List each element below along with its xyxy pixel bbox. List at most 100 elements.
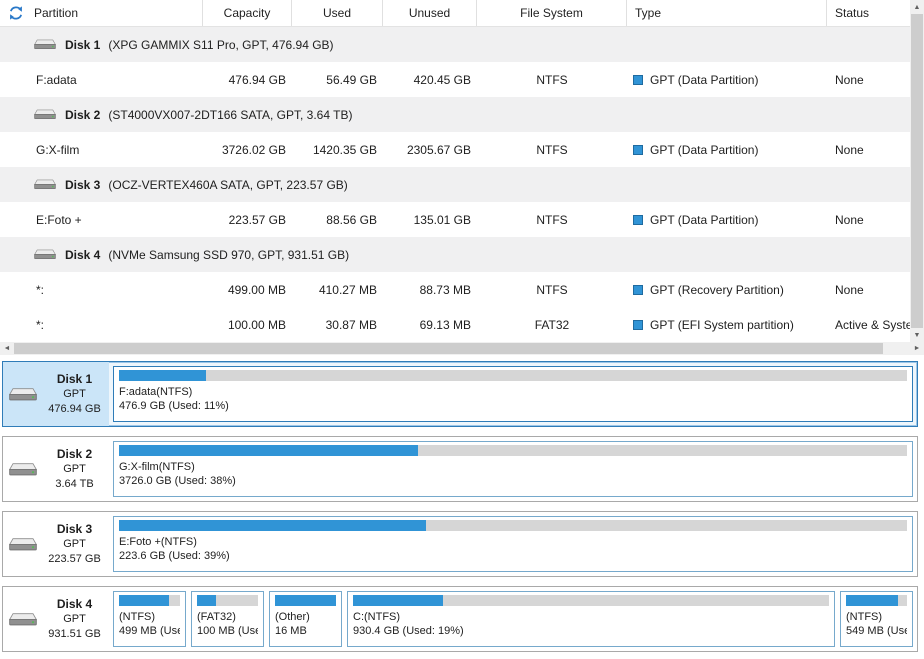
type-label: GPT (Data Partition) bbox=[650, 143, 758, 157]
scroll-left-icon[interactable]: ◄ bbox=[0, 342, 14, 355]
partition-type-color-icon bbox=[633, 320, 643, 330]
horizontal-scrollbar-thumb[interactable] bbox=[14, 343, 883, 354]
hard-disk-icon bbox=[8, 461, 38, 478]
column-header-file-system[interactable]: File System bbox=[477, 0, 627, 26]
partition-block-msr[interactable]: (Other) 16 MB bbox=[269, 591, 342, 647]
used-space-fill bbox=[119, 520, 426, 531]
partition-block-recovery2[interactable]: (NTFS) 549 MB (Used bbox=[840, 591, 913, 647]
type-label: GPT (Recovery Partition) bbox=[650, 283, 784, 297]
partition-name-cell: *: bbox=[0, 283, 203, 297]
column-header-capacity[interactable]: Capacity bbox=[203, 0, 292, 26]
partition-block-recovery[interactable]: (NTFS) 499 MB (Used bbox=[113, 591, 186, 647]
disk-group-row-3[interactable]: Disk 3 (OCZ-VERTEX460A SATA, GPT, 223.57… bbox=[0, 167, 910, 202]
capacity-cell: 476.94 GB bbox=[203, 73, 292, 87]
disk-size: 223.57 GB bbox=[40, 552, 109, 567]
disk-map-panel-3[interactable]: Disk 3 GPT 223.57 GB E:Foto +(NTFS) 223.… bbox=[2, 511, 918, 577]
partition-detail: 223.6 GB (Used: 39%) bbox=[119, 549, 907, 563]
type-cell: GPT (EFI System partition) bbox=[627, 318, 827, 332]
partition-detail: 499 MB (Used bbox=[119, 624, 180, 638]
used-space-fill bbox=[846, 595, 898, 606]
table-header: Partition Capacity Used Unused File Syst… bbox=[0, 0, 910, 27]
unused-cell: 88.73 MB bbox=[383, 283, 477, 297]
column-header-unused[interactable]: Unused bbox=[383, 0, 477, 26]
disk-group-row-2[interactable]: Disk 2 (ST4000VX007-2DT166 SATA, GPT, 3.… bbox=[0, 97, 910, 132]
scroll-down-icon[interactable]: ▼ bbox=[910, 328, 924, 342]
partition-row-efoto[interactable]: E:Foto + 223.57 GB 88.56 GB 135.01 GB NT… bbox=[0, 202, 910, 237]
disk-map-panel-2[interactable]: Disk 2 GPT 3.64 TB G:X-film(NTFS) 3726.0… bbox=[2, 436, 918, 502]
partition-block-c[interactable]: C:(NTFS) 930.4 GB (Used: 19%) bbox=[347, 591, 835, 647]
partition-type-color-icon bbox=[633, 145, 643, 155]
partition-label: E:Foto +(NTFS) bbox=[119, 535, 907, 549]
disk-label: Disk 3 GPT 223.57 GB bbox=[3, 512, 109, 576]
partition-strip-area: (NTFS) 499 MB (Used (FAT32) 100 MB (Used… bbox=[109, 587, 917, 651]
partition-label: G:X-film(NTFS) bbox=[119, 460, 907, 474]
file-system-cell: FAT32 bbox=[477, 318, 627, 332]
capacity-cell: 223.57 GB bbox=[203, 213, 292, 227]
disk-name: Disk 3 bbox=[65, 178, 100, 192]
disk-info: (XPG GAMMIX S11 Pro, GPT, 476.94 GB) bbox=[108, 38, 333, 52]
used-cell: 410.27 MB bbox=[292, 283, 383, 297]
vertical-scrollbar-thumb[interactable] bbox=[911, 14, 923, 328]
column-header-used[interactable]: Used bbox=[292, 0, 383, 26]
used-cell: 56.49 GB bbox=[292, 73, 383, 87]
partition-row-efi[interactable]: *: 100.00 MB 30.87 MB 69.13 MB FAT32 GPT… bbox=[0, 307, 910, 342]
partition-type-color-icon bbox=[633, 75, 643, 85]
used-space-fill bbox=[119, 445, 418, 456]
partition-block-fadata[interactable]: F:adata(NTFS) 476.9 GB (Used: 11%) bbox=[113, 366, 913, 422]
used-cell: 30.87 MB bbox=[292, 318, 383, 332]
scroll-up-icon[interactable]: ▲ bbox=[910, 0, 924, 14]
column-header-partition[interactable]: Partition bbox=[0, 0, 203, 26]
usage-strip bbox=[119, 370, 907, 381]
disk-name: Disk 4 bbox=[40, 597, 109, 612]
partition-label: (NTFS) bbox=[846, 610, 907, 624]
disk-group-cell: Disk 2 (ST4000VX007-2DT166 SATA, GPT, 3.… bbox=[0, 108, 910, 122]
type-cell: GPT (Data Partition) bbox=[627, 73, 827, 87]
partition-label: C:(NTFS) bbox=[353, 610, 829, 624]
disk-size: 931.51 GB bbox=[40, 627, 109, 642]
usage-strip bbox=[119, 595, 180, 606]
usage-strip bbox=[119, 520, 907, 531]
usage-strip bbox=[353, 595, 829, 606]
partition-detail: 3726.0 GB (Used: 38%) bbox=[119, 474, 907, 488]
hard-disk-icon bbox=[8, 536, 38, 553]
used-space-fill bbox=[119, 595, 169, 606]
usage-strip bbox=[846, 595, 907, 606]
file-system-cell: NTFS bbox=[477, 213, 627, 227]
partition-row-fadata[interactable]: F:adata 476.94 GB 56.49 GB 420.45 GB NTF… bbox=[0, 62, 910, 97]
disk-group-cell: Disk 4 (NVMe Samsung SSD 970, GPT, 931.5… bbox=[0, 248, 910, 262]
horizontal-scrollbar-track[interactable] bbox=[14, 342, 910, 355]
disk-group-row-1[interactable]: Disk 1 (XPG GAMMIX S11 Pro, GPT, 476.94 … bbox=[0, 27, 910, 62]
type-label: GPT (EFI System partition) bbox=[650, 318, 794, 332]
disk-map-panel-4[interactable]: Disk 4 GPT 931.51 GB (NTFS) 499 MB (Used bbox=[2, 586, 918, 652]
partition-detail: 16 MB bbox=[275, 624, 336, 638]
type-cell: GPT (Recovery Partition) bbox=[627, 283, 827, 297]
status-cell: None bbox=[827, 213, 910, 227]
vertical-scrollbar[interactable]: ▲ ▼ bbox=[910, 0, 924, 342]
file-system-cell: NTFS bbox=[477, 143, 627, 157]
disk-group-row-4[interactable]: Disk 4 (NVMe Samsung SSD 970, GPT, 931.5… bbox=[0, 237, 910, 272]
partition-table: Partition Capacity Used Unused File Syst… bbox=[0, 0, 924, 355]
disk-map-panel-1[interactable]: Disk 1 GPT 476.94 GB F:adata(NTFS) 476.9… bbox=[2, 361, 918, 427]
disk-meta: Disk 4 GPT 931.51 GB bbox=[40, 597, 109, 642]
used-cell: 88.56 GB bbox=[292, 213, 383, 227]
refresh-icon[interactable] bbox=[8, 5, 24, 21]
partition-row-gxfilm[interactable]: G:X-film 3726.02 GB 1420.35 GB 2305.67 G… bbox=[0, 132, 910, 167]
partition-strip-area: F:adata(NTFS) 476.9 GB (Used: 11%) bbox=[109, 362, 917, 426]
disk-label: Disk 2 GPT 3.64 TB bbox=[3, 437, 109, 501]
partition-block-gxfilm[interactable]: G:X-film(NTFS) 3726.0 GB (Used: 38%) bbox=[113, 441, 913, 497]
hard-disk-icon bbox=[33, 108, 57, 121]
hard-disk-icon bbox=[33, 248, 57, 261]
column-header-type[interactable]: Type bbox=[627, 0, 827, 26]
scroll-right-icon[interactable]: ► bbox=[910, 342, 924, 355]
partition-name-cell: *: bbox=[0, 318, 203, 332]
partition-manager-window: Partition Capacity Used Unused File Syst… bbox=[0, 0, 924, 659]
partition-row-recovery[interactable]: *: 499.00 MB 410.27 MB 88.73 MB NTFS GPT… bbox=[0, 272, 910, 307]
capacity-cell: 499.00 MB bbox=[203, 283, 292, 297]
column-header-status[interactable]: Status bbox=[827, 0, 910, 26]
disk-label: Disk 1 GPT 476.94 GB bbox=[3, 362, 109, 426]
partition-block-efoto[interactable]: E:Foto +(NTFS) 223.6 GB (Used: 39%) bbox=[113, 516, 913, 572]
unused-cell: 420.45 GB bbox=[383, 73, 477, 87]
unused-cell: 2305.67 GB bbox=[383, 143, 477, 157]
partition-block-efi[interactable]: (FAT32) 100 MB (Used bbox=[191, 591, 264, 647]
horizontal-scrollbar[interactable]: ◄ ► bbox=[0, 342, 924, 355]
